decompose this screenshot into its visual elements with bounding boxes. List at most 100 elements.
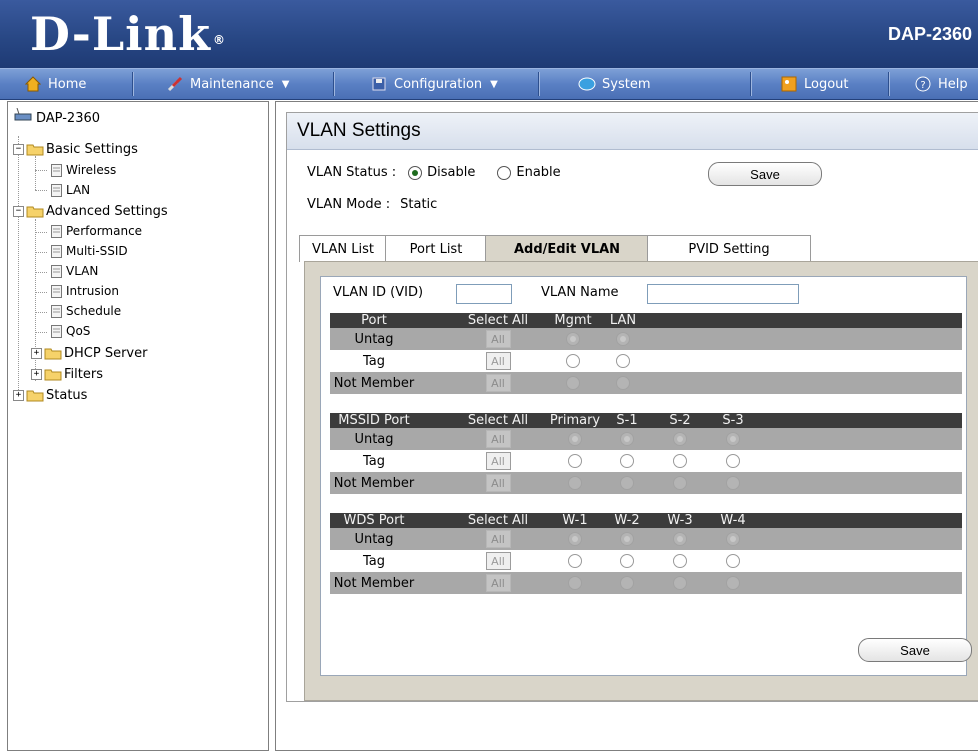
select-all-button[interactable]: All xyxy=(485,330,511,348)
tab-pvid-setting[interactable]: PVID Setting xyxy=(647,235,811,262)
menu-help[interactable]: ? Help xyxy=(914,69,968,99)
select-all-button[interactable]: All xyxy=(485,374,511,392)
w2-untag-radio[interactable] xyxy=(620,532,634,546)
tree-item-qos[interactable]: QoS xyxy=(51,324,90,338)
vlan-name-input[interactable] xyxy=(647,284,799,304)
lan-tag-radio[interactable] xyxy=(616,354,630,368)
s1-not-member-radio[interactable] xyxy=(620,476,634,490)
menu-home[interactable]: Home xyxy=(24,69,86,99)
menu-maintenance[interactable]: Maintenance ▼ xyxy=(166,69,289,99)
lan-untag-radio[interactable] xyxy=(616,332,630,346)
s3-tag-radio[interactable] xyxy=(726,454,740,468)
tree-root[interactable]: DAP-2360 xyxy=(13,107,100,128)
select-all-button[interactable]: All xyxy=(485,552,511,570)
menu-configuration[interactable]: Configuration ▼ xyxy=(370,69,498,99)
tree-dhcp-server[interactable]: + DHCP Server xyxy=(31,346,147,361)
expand-icon[interactable]: + xyxy=(31,348,42,359)
page-icon xyxy=(51,304,62,318)
main-content: VLAN Settings VLAN Status : Disable Enab… xyxy=(275,101,978,751)
menu-system[interactable]: System xyxy=(578,69,650,99)
w1-tag-radio[interactable] xyxy=(568,554,582,568)
w4-untag-radio[interactable] xyxy=(726,532,740,546)
select-all-button[interactable]: All xyxy=(485,452,511,470)
tree-item-intrusion[interactable]: Intrusion xyxy=(51,284,119,298)
primary-tag-radio[interactable] xyxy=(568,454,582,468)
w1-untag-radio[interactable] xyxy=(568,532,582,546)
mgmt-untag-radio[interactable] xyxy=(566,332,580,346)
w4-not-member-radio[interactable] xyxy=(726,576,740,590)
grid-header: Port Select All Mgmt LAN xyxy=(330,313,962,328)
w1-not-member-radio[interactable] xyxy=(568,576,582,590)
collapse-icon[interactable]: − xyxy=(13,144,24,155)
grid-row-tag: Tag All xyxy=(330,550,962,572)
w3-not-member-radio[interactable] xyxy=(673,576,687,590)
tab-vlan-list[interactable]: VLAN List xyxy=(299,235,387,262)
s1-tag-radio[interactable] xyxy=(620,454,634,468)
add-edit-vlan-form: VLAN ID (VID) VLAN Name Port Select All … xyxy=(320,276,972,676)
tree-item-vlan[interactable]: VLAN xyxy=(51,264,98,278)
globe-icon xyxy=(578,75,596,93)
select-all-button[interactable]: All xyxy=(485,352,511,370)
collapse-icon[interactable]: − xyxy=(13,206,24,217)
help-icon: ? xyxy=(914,75,932,93)
tab-add-edit-vlan[interactable]: Add/Edit VLAN xyxy=(485,235,649,263)
folder-icon xyxy=(44,369,62,381)
vlan-name-label: VLAN Name xyxy=(541,285,619,300)
vlan-mode-row: VLAN Mode : Static xyxy=(307,197,438,212)
page-icon xyxy=(51,183,62,197)
top-save-button[interactable]: Save xyxy=(708,162,822,186)
tab-port-list[interactable]: Port List xyxy=(385,235,487,262)
panel-header: VLAN Settings xyxy=(287,113,978,150)
disable-radio[interactable] xyxy=(408,165,423,180)
expand-icon[interactable]: + xyxy=(31,369,42,380)
tree-item-multi-ssid[interactable]: Multi-SSID xyxy=(51,244,128,258)
primary-untag-radio[interactable] xyxy=(568,432,582,446)
page-icon xyxy=(51,324,62,338)
primary-not-member-radio[interactable] xyxy=(568,476,582,490)
vlan-id-input[interactable] xyxy=(456,284,512,304)
lan-not-member-radio[interactable] xyxy=(616,376,630,390)
mgmt-not-member-radio[interactable] xyxy=(566,376,580,390)
tree-item-performance[interactable]: Performance xyxy=(51,224,142,238)
w3-tag-radio[interactable] xyxy=(673,554,687,568)
tree-basic-settings[interactable]: − Basic Settings xyxy=(13,142,138,157)
s1-untag-radio[interactable] xyxy=(620,432,634,446)
w2-tag-radio[interactable] xyxy=(620,554,634,568)
folder-icon xyxy=(26,144,44,156)
tree-item-wireless[interactable]: Wireless xyxy=(51,163,116,177)
model-name: DAP-2360 xyxy=(887,24,972,44)
vlan-mode-value: Static xyxy=(400,197,438,212)
page-icon xyxy=(51,284,62,298)
tree-filters[interactable]: + Filters xyxy=(31,367,103,382)
tree-advanced-settings[interactable]: − Advanced Settings xyxy=(13,204,168,219)
s2-not-member-radio[interactable] xyxy=(673,476,687,490)
menu-logout[interactable]: Logout xyxy=(780,69,849,99)
s2-tag-radio[interactable] xyxy=(673,454,687,468)
s2-untag-radio[interactable] xyxy=(673,432,687,446)
tree-item-schedule[interactable]: Schedule xyxy=(51,304,121,318)
page-icon xyxy=(51,163,62,177)
s3-not-member-radio[interactable] xyxy=(726,476,740,490)
chevron-down-icon: ▼ xyxy=(281,78,290,90)
w2-not-member-radio[interactable] xyxy=(620,576,634,590)
mgmt-tag-radio[interactable] xyxy=(566,354,580,368)
tree-status[interactable]: + Status xyxy=(13,388,87,403)
select-all-button[interactable]: All xyxy=(485,430,511,448)
grid-row-untag: Untag All xyxy=(330,428,962,450)
add-edit-vlan-tab-body: VLAN ID (VID) VLAN Name Port Select All … xyxy=(304,261,978,701)
s3-untag-radio[interactable] xyxy=(726,432,740,446)
dlink-logo: D-Link ® xyxy=(30,7,226,61)
select-all-button[interactable]: All xyxy=(485,574,511,592)
w3-untag-radio[interactable] xyxy=(673,532,687,546)
bottom-save-button[interactable]: Save xyxy=(858,638,972,662)
select-all-button[interactable]: All xyxy=(485,474,511,492)
tree-item-lan[interactable]: LAN xyxy=(51,183,90,197)
expand-icon[interactable]: + xyxy=(13,390,24,401)
w4-tag-radio[interactable] xyxy=(726,554,740,568)
select-all-button[interactable]: All xyxy=(485,530,511,548)
grid-row-untag: Untag All xyxy=(330,528,962,550)
tools-icon xyxy=(166,75,184,93)
top-menu-bar: Home Maintenance ▼ Configuration ▼ Syste… xyxy=(0,68,978,100)
vlan-status-row: VLAN Status : Disable Enable xyxy=(307,165,561,180)
enable-radio[interactable] xyxy=(497,165,512,180)
